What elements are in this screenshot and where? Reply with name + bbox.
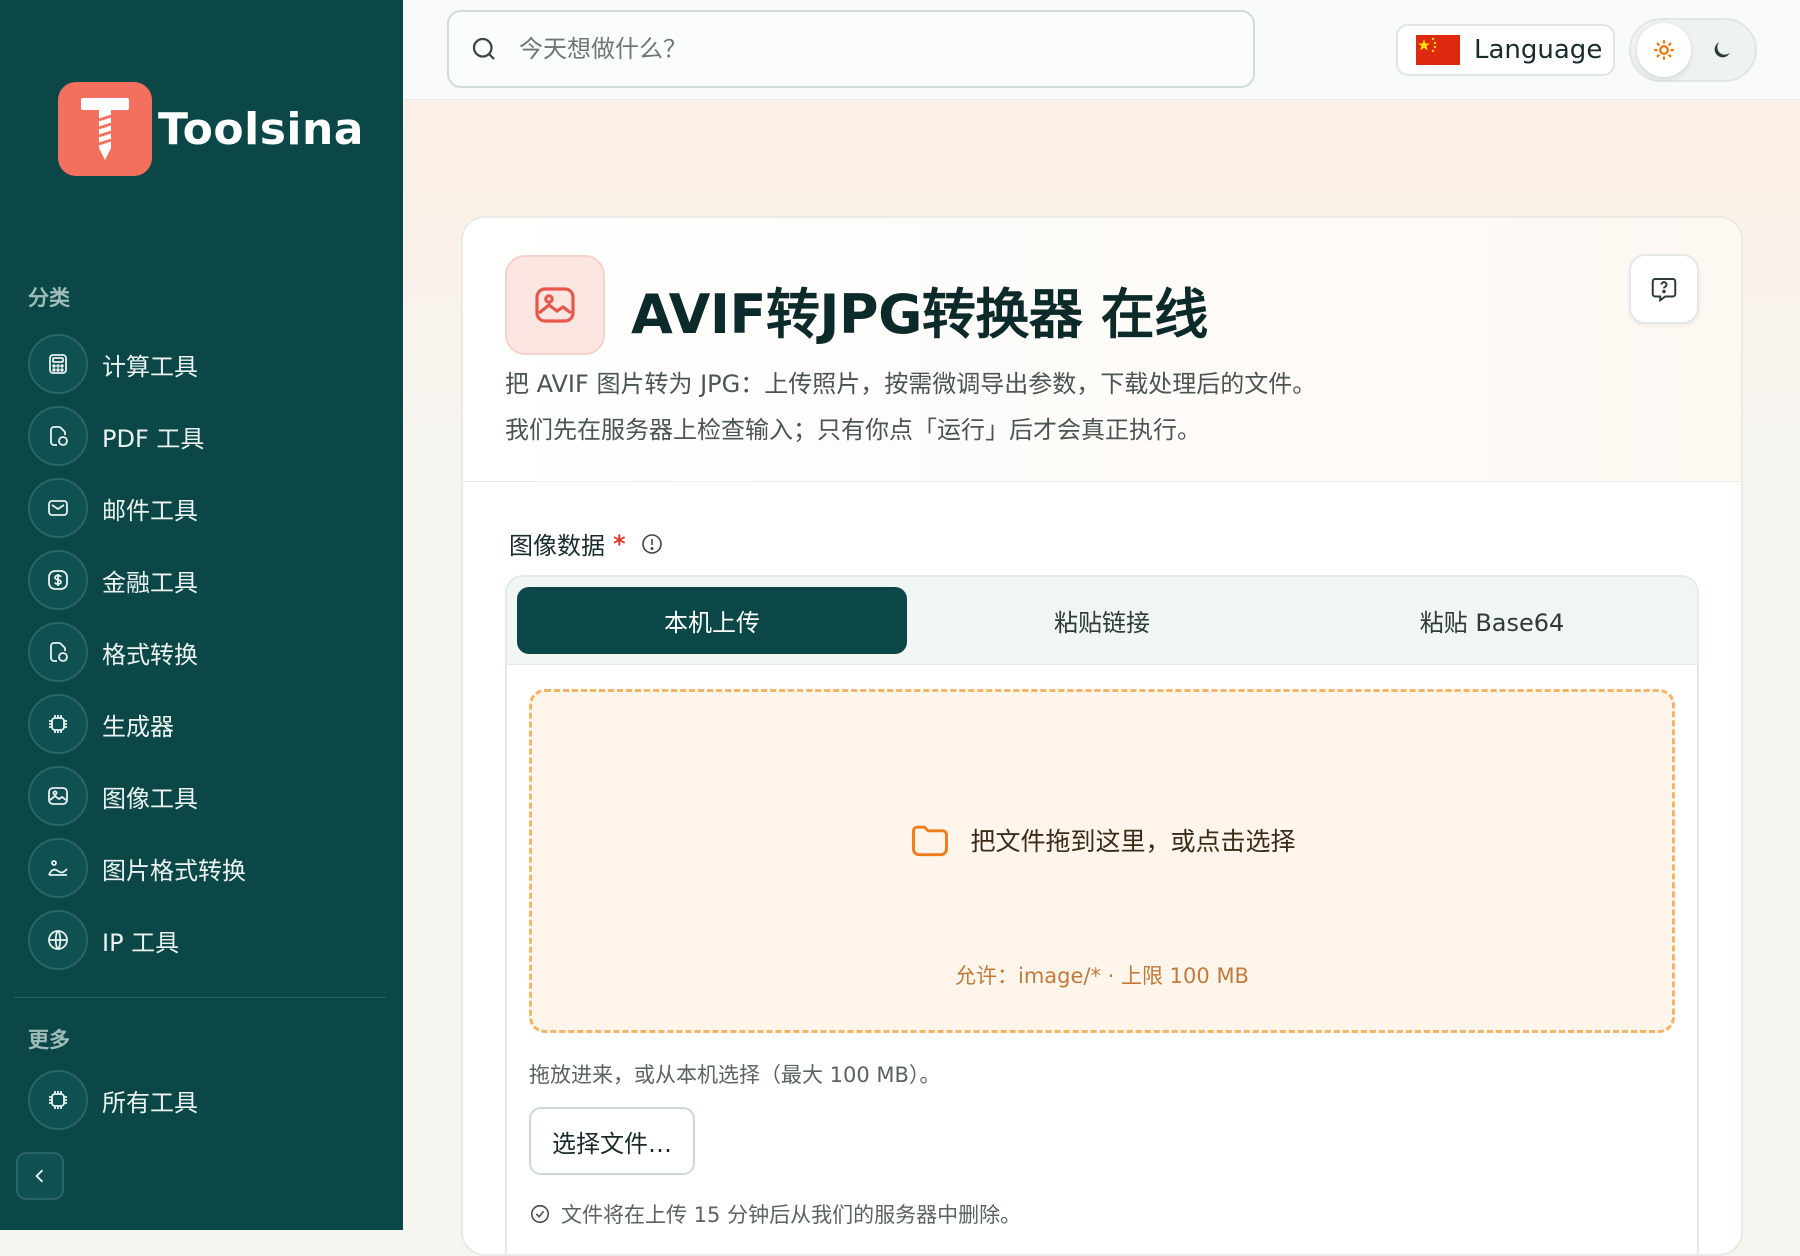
retention-note-text: 文件将在上传 15 分钟后从我们的服务器中删除。	[561, 1203, 1022, 1227]
logo-mark-icon	[58, 82, 152, 176]
more-nav: 所有工具	[28, 1064, 388, 1136]
upload-hint: 拖放进来，或从本机选择（最大 100 MB）。	[529, 1063, 941, 1087]
sidebar-item-label: PDF 工具	[102, 424, 205, 453]
topbar: Language	[403, 0, 1800, 100]
sidebar-item-label: 金融工具	[102, 568, 198, 597]
search-box[interactable]	[447, 10, 1255, 88]
required-mark: *	[613, 529, 626, 558]
sidebar-item-all-tools[interactable]: 所有工具	[28, 1064, 388, 1136]
more-heading: 更多	[28, 1028, 70, 1052]
sidebar-item-pdf[interactable]: PDF 工具	[28, 400, 388, 472]
tab-paste-base64[interactable]: 粘贴 Base64	[1297, 587, 1687, 654]
sidebar-divider	[14, 997, 386, 998]
feedback-button[interactable]	[1629, 254, 1699, 324]
sidebar-item-mail[interactable]: 邮件工具	[28, 472, 388, 544]
search-input[interactable]	[517, 34, 1217, 64]
image-icon	[505, 255, 605, 355]
file-dropzone[interactable]: 把文件拖到这里，或点击选择 允许：image/* · 上限 100 MB	[529, 689, 1675, 1033]
sidebar-item-label: 生成器	[102, 712, 174, 741]
sidebar-item-ip[interactable]: IP 工具	[28, 904, 388, 976]
dollar-icon	[28, 550, 88, 610]
tool-description-line-2: 我们先在服务器上检查输入；只有你点「运行」后才会真正执行。	[505, 416, 1201, 444]
brand-name: Toolsina	[158, 103, 364, 155]
choose-file-button[interactable]: 选择文件…	[529, 1107, 695, 1175]
chevron-left-icon	[35, 1169, 44, 1183]
sidebar-collapse-button[interactable]	[16, 1152, 64, 1200]
sidebar-item-label: 图片格式转换	[102, 856, 246, 885]
chip-icon	[28, 1070, 88, 1130]
sidebar-item-image-convert[interactable]: 图片格式转换	[28, 832, 388, 904]
folder-icon	[912, 825, 949, 857]
moon-icon	[1714, 42, 1730, 58]
page-title: AVIF转JPG转换器 在线	[631, 283, 1208, 346]
tool-card: AVIF转JPG转换器 在线 把 AVIF 图片转为 JPG：上传照片，按需微调…	[461, 216, 1743, 1256]
input-tabs: 本机上传 粘贴链接 粘贴 Base64	[507, 577, 1697, 665]
category-heading: 分类	[28, 286, 70, 310]
sidebar-item-label: 所有工具	[102, 1088, 198, 1117]
sidebar-item-label: 图像工具	[102, 784, 198, 813]
sidebar-item-label: IP 工具	[102, 928, 180, 957]
tool-header: AVIF转JPG转换器 在线 把 AVIF 图片转为 JPG：上传照片，按需微调…	[463, 218, 1741, 482]
chip-icon	[28, 694, 88, 754]
theme-light-option[interactable]	[1637, 23, 1691, 77]
china-flag-icon	[1416, 35, 1460, 65]
sun-icon	[1654, 40, 1674, 60]
tab-local-upload[interactable]: 本机上传	[517, 587, 907, 654]
sidebar-item-image[interactable]: 图像工具	[28, 760, 388, 832]
dropzone-text: 把文件拖到这里，或点击选择	[970, 827, 1296, 856]
dropzone-allow-text: 允许：image/* · 上限 100 MB	[955, 964, 1249, 988]
sidebar-item-calculator[interactable]: 计算工具	[28, 328, 388, 400]
language-label: Language	[1474, 35, 1603, 65]
sidebar-item-label: 计算工具	[102, 352, 198, 381]
image-icon	[28, 766, 88, 826]
brand-logo[interactable]: Toolsina	[58, 82, 364, 176]
theme-dark-option[interactable]	[1705, 33, 1739, 67]
sidebar-item-format-convert[interactable]: 格式转换	[28, 616, 388, 688]
search-icon	[472, 37, 495, 60]
globe-icon	[28, 910, 88, 970]
dropzone-prompt: 把文件拖到这里，或点击选择	[532, 818, 1672, 862]
retention-note: 文件将在上传 15 分钟后从我们的服务器中删除。	[529, 1199, 1021, 1229]
info-icon[interactable]	[640, 532, 664, 556]
input-panel: 本机上传 粘贴链接 粘贴 Base64 把文件拖到这里，或点击选择 允许：ima…	[505, 575, 1699, 1254]
file-icon	[28, 406, 88, 466]
sidebar-item-label: 邮件工具	[102, 496, 198, 525]
image-data-label: 图像数据 *	[509, 526, 664, 561]
image-convert-icon	[28, 838, 88, 898]
tab-paste-link[interactable]: 粘贴链接	[907, 587, 1297, 654]
field-label-text: 图像数据	[509, 532, 605, 560]
mail-icon	[28, 478, 88, 538]
help-message-icon	[1651, 278, 1677, 303]
shield-check-icon	[530, 1204, 550, 1224]
sidebar: Toolsina 分类 计算工具 PDF 工具 邮件工具 金融工具 格式转换 生…	[0, 0, 403, 1230]
calculator-icon	[28, 334, 88, 394]
tool-description-line-1: 把 AVIF 图片转为 JPG：上传照片，按需微调导出参数，下载处理后的文件。	[505, 370, 1317, 398]
sidebar-item-finance[interactable]: 金融工具	[28, 544, 388, 616]
sidebar-item-generator[interactable]: 生成器	[28, 688, 388, 760]
category-nav: 计算工具 PDF 工具 邮件工具 金融工具 格式转换 生成器 图像工具 图片格式…	[28, 328, 388, 976]
language-button[interactable]: Language	[1396, 24, 1615, 76]
file-convert-icon	[28, 622, 88, 682]
sidebar-item-label: 格式转换	[102, 640, 198, 669]
theme-toggle[interactable]	[1629, 18, 1757, 82]
